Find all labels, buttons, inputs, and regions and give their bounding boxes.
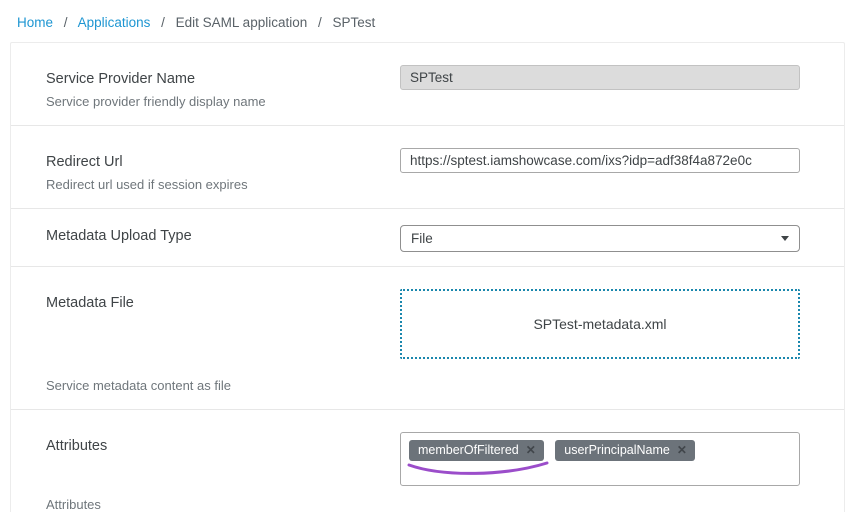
- attribute-chip: userPrincipalName ✕: [555, 440, 695, 461]
- metadata-file-dropzone[interactable]: SPTest-metadata.xml: [400, 289, 800, 359]
- annotation-underline: [405, 460, 551, 480]
- breadcrumb-current-sptest: SPTest: [333, 15, 376, 30]
- row-metadata-upload-type: Metadata Upload Type File: [11, 209, 844, 267]
- breadcrumb: Home / Applications / Edit SAML applicat…: [0, 0, 854, 42]
- metadata-upload-type-value: File: [411, 231, 433, 246]
- attribute-chip-label: userPrincipalName: [564, 444, 670, 457]
- breadcrumb-home[interactable]: Home: [17, 15, 53, 30]
- row-redirect-url: Redirect Url Redirect url used if sessio…: [11, 126, 844, 209]
- breadcrumb-separator: /: [318, 15, 322, 30]
- close-icon[interactable]: ✕: [677, 444, 687, 456]
- redirect-url-input[interactable]: [400, 148, 800, 173]
- attribute-chip-label: memberOfFiltered: [418, 444, 519, 457]
- service-provider-name-help: Service provider friendly display name: [46, 94, 400, 109]
- chevron-down-icon: [781, 236, 789, 241]
- redirect-url-label: Redirect Url: [46, 154, 400, 170]
- service-provider-name-input[interactable]: [400, 65, 800, 90]
- metadata-file-name: SPTest-metadata.xml: [533, 316, 666, 332]
- metadata-file-help: Service metadata content as file: [46, 378, 400, 393]
- attribute-chip: memberOfFiltered ✕: [409, 440, 544, 461]
- row-metadata-file: Metadata File Service metadata content a…: [11, 267, 844, 410]
- metadata-file-label: Metadata File: [46, 295, 400, 311]
- metadata-upload-type-select[interactable]: File: [400, 225, 800, 252]
- row-attributes: Attributes Attributes memberOfFiltered ✕…: [11, 410, 844, 514]
- redirect-url-help: Redirect url used if session expires: [46, 177, 400, 192]
- breadcrumb-separator: /: [64, 15, 68, 30]
- breadcrumb-separator: /: [161, 15, 165, 30]
- row-service-provider-name: Service Provider Name Service provider f…: [11, 43, 844, 126]
- breadcrumb-edit-saml-application: Edit SAML application: [176, 15, 308, 30]
- close-icon[interactable]: ✕: [526, 444, 536, 456]
- breadcrumb-applications[interactable]: Applications: [78, 15, 151, 30]
- service-provider-name-label: Service Provider Name: [46, 71, 400, 87]
- attributes-input[interactable]: memberOfFiltered ✕ userPrincipalName ✕: [400, 432, 800, 486]
- attributes-help: Attributes: [46, 497, 400, 512]
- attributes-label: Attributes: [46, 438, 400, 454]
- edit-application-form: Service Provider Name Service provider f…: [10, 42, 845, 512]
- metadata-upload-type-label: Metadata Upload Type: [46, 228, 400, 244]
